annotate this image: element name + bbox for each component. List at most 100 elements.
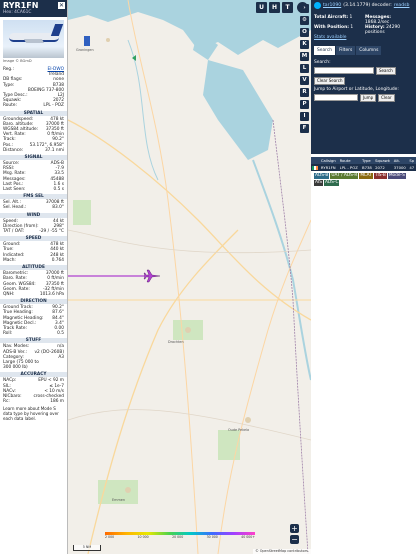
altitude-tick: 30 000 <box>206 535 218 539</box>
jump-clear-button[interactable]: Clear <box>378 94 395 102</box>
data-label[interactable]: Distance: <box>3 148 23 153</box>
data-value: 37.1 nmi <box>44 147 64 153</box>
jump-input[interactable] <box>314 94 358 101</box>
table-row[interactable]: RYR1FN LPL - POZ B738 2072 37000 47 <box>311 164 416 171</box>
detail-label: Route: <box>3 103 17 109</box>
search-label: Search: <box>314 60 331 65</box>
source-badge: MLAT <box>359 173 373 179</box>
tab-filters[interactable]: Filters <box>336 46 356 55</box>
data-row: Distance: 37.1 nmi <box>0 148 67 153</box>
aircraft-photo[interactable] <box>3 20 64 58</box>
collapse-panel-icon[interactable]: › <box>300 4 309 13</box>
map-button-p[interactable]: P <box>300 100 309 109</box>
column-header[interactable]: Alt. <box>392 157 409 164</box>
map-button-k[interactable]: K <box>300 40 309 49</box>
column-header[interactable]: Type <box>360 157 375 164</box>
section-title: FMS SEL <box>0 194 67 200</box>
data-label[interactable]: Rc: <box>3 399 10 404</box>
column-header[interactable]: Squawk <box>374 157 393 164</box>
map-button-r[interactable]: R <box>300 88 309 97</box>
data-value: 186 m <box>50 399 64 405</box>
detail-value: LPL - POZ <box>43 103 64 109</box>
zoom-out-button[interactable]: − <box>290 535 299 544</box>
detail-label: Type: <box>3 82 15 88</box>
map-button-i[interactable]: I <box>300 112 309 121</box>
data-row: QNH: 1013.6 hPa <box>0 292 67 297</box>
source-badge: UAT / ADS-R <box>330 173 359 179</box>
jump-button[interactable]: Jump <box>360 94 377 102</box>
stats-link[interactable]: Stats available <box>314 35 362 40</box>
source-badge: ADS-C <box>323 180 340 186</box>
altitude-legend: 2 000 10 000 20 000 30 000 40 000+ <box>105 532 255 539</box>
aircraft-list-panel: tar1090 (3.14.1779) decoder: readsb Tota… <box>311 0 416 554</box>
map-attribution[interactable]: © OpenStreetMap contributors. <box>253 549 311 554</box>
section-title: SIGNAL <box>0 155 67 161</box>
data-label[interactable]: Last Seen: <box>3 187 26 192</box>
hex-code: Hex: 4CA61C <box>3 10 32 15</box>
map-button-h[interactable]: H <box>269 2 280 13</box>
data-row: Sel. Head.: 83.0° <box>0 205 67 210</box>
zoom-in-button[interactable]: + <box>290 524 299 533</box>
data-row: Mach: 0.764 <box>0 258 67 263</box>
map-button-m[interactable]: M <box>300 52 309 61</box>
data-value: 0.764 <box>51 257 64 263</box>
close-icon[interactable]: ✕ <box>58 2 65 9</box>
map-button-f[interactable]: F <box>300 124 309 133</box>
tar1090-link[interactable]: tar1090 <box>323 3 341 8</box>
source-badge: TIS-B <box>373 173 387 179</box>
map-view[interactable]: Groningen Drachten Oude Pekela Emmen U H… <box>68 0 311 554</box>
source-legend: ADS-B UAT / ADS-R MLAT TIS-B Mode-S AIS ADS-C <box>311 171 416 188</box>
detail-label: Reg.: <box>3 67 14 72</box>
data-value: 83.0° <box>52 205 64 211</box>
stats-block: Total Aircraft: 1 Messages: 1868.2/sec Wi… <box>314 15 401 40</box>
data-label[interactable]: Sel. Head.: <box>3 205 26 210</box>
panel-tabs: Search Filters Columns <box>314 46 413 55</box>
map-button-l[interactable]: L <box>300 64 309 73</box>
aircraft-info-panel: RYR1FN Hex: 4CA61C ✕ Image © BGmD Reg.: E… <box>0 0 68 554</box>
detail-row: Route: LPL - POZ <box>0 103 67 108</box>
data-value: A3 <box>58 354 64 360</box>
section-title: DIRECTION <box>0 299 67 305</box>
data-value: 0.5 s <box>53 187 64 193</box>
search-input[interactable] <box>314 67 374 74</box>
data-label[interactable]: Roll: <box>3 331 12 336</box>
aircraft-table: Callsign Route Type Squawk Alt. Sp RYR1F… <box>311 157 416 171</box>
place-label-3: Oude Pekela <box>228 428 250 432</box>
map-button-t[interactable]: T <box>282 2 293 13</box>
data-row: 300 000 lb) <box>0 365 67 370</box>
clear-search-button[interactable]: Clear Search <box>314 77 346 85</box>
decoder-link[interactable]: readsb <box>394 3 410 8</box>
section-title: ACCURACY <box>0 372 67 378</box>
column-header[interactable]: Route <box>338 157 361 164</box>
data-value: 1013.6 hPa <box>39 291 64 297</box>
data-label[interactable]: 300 000 lb) <box>3 365 28 370</box>
section-title: WIND <box>0 212 67 218</box>
map-button-o[interactable]: O <box>300 28 309 37</box>
callsign-header: RYR1FN Hex: 4CA61C ✕ <box>0 0 67 17</box>
data-label[interactable]: Mach: <box>3 258 16 263</box>
map-button-u[interactable]: U <box>256 2 267 13</box>
map-button-v[interactable]: V <box>300 76 309 85</box>
data-value: 0.5 <box>57 331 64 337</box>
column-header[interactable]: Callsign <box>319 157 339 164</box>
data-row: Last Seen: 0.5 s <box>0 187 67 192</box>
source-badge: ADS-B <box>314 173 330 179</box>
search-button[interactable]: Search <box>376 67 396 75</box>
tab-search[interactable]: Search <box>314 46 336 55</box>
map-settings-icon[interactable]: ⚙ <box>300 16 309 25</box>
altitude-tick: 40 000+ <box>241 535 255 539</box>
map-canvas[interactable] <box>68 0 311 554</box>
data-label[interactable]: TAT / OAT: <box>3 229 24 234</box>
place-label-2: Drachten <box>168 340 184 344</box>
app-title: tar1090 (3.14.1779) decoder: readsb <box>314 2 413 9</box>
jump-label: Jump to Airport or Latitude, Longitude: <box>314 87 399 92</box>
column-header[interactable] <box>311 157 320 164</box>
footer-note: Learn more about Mode S data type by hov… <box>3 406 59 422</box>
data-value: -29 / -55 °C <box>39 229 64 235</box>
section-title: SPATIAL <box>0 110 67 116</box>
column-header[interactable]: Sp <box>408 157 416 164</box>
tab-columns[interactable]: Columns <box>356 46 382 55</box>
data-label[interactable]: QNH: <box>3 292 14 297</box>
place-label-1: Groningen <box>76 48 94 52</box>
altitude-tick: 2 000 <box>105 535 115 539</box>
